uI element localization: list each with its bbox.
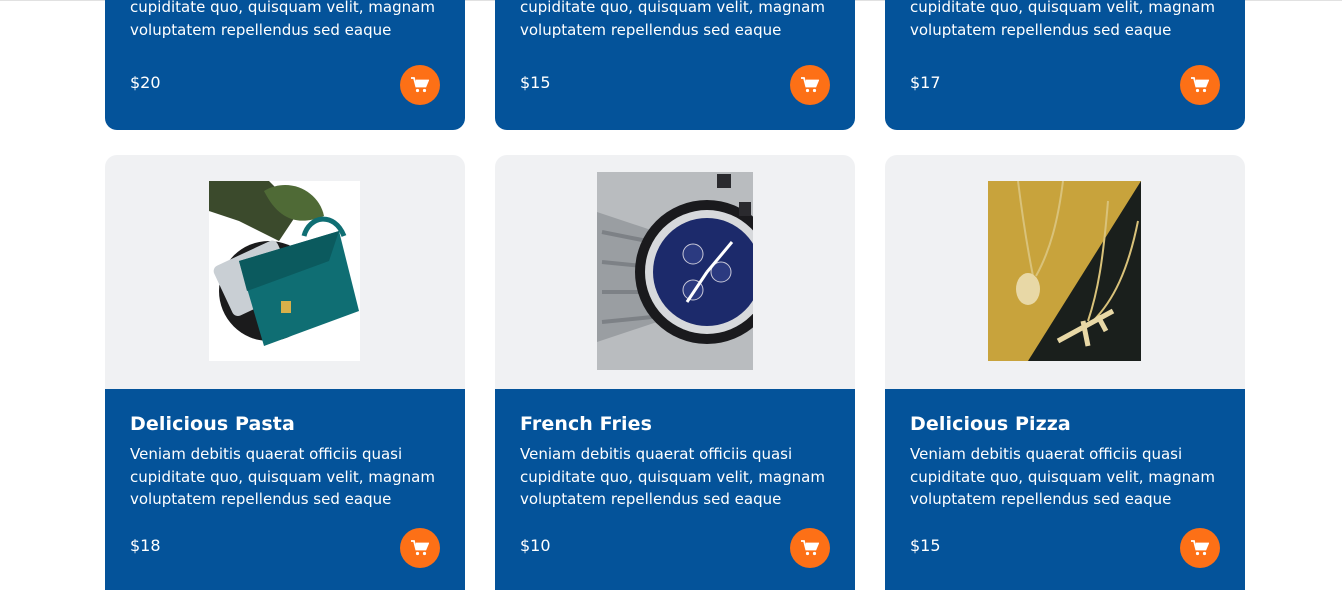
add-to-cart-button[interactable] bbox=[790, 65, 830, 105]
product-card: cupiditate quo, quisquam velit, magnam v… bbox=[495, 0, 855, 130]
product-image-area bbox=[105, 155, 465, 389]
cart-icon bbox=[411, 77, 429, 93]
product-card-body: French Fries Veniam debitis quaerat offi… bbox=[495, 389, 855, 590]
product-title[interactable]: French Fries bbox=[520, 411, 830, 437]
product-description: cupiditate quo, quisquam velit, magnam v… bbox=[910, 0, 1220, 41]
product-card-body: cupiditate quo, quisquam velit, magnam v… bbox=[105, 0, 465, 130]
product-image-area bbox=[885, 155, 1245, 389]
description-line: voluptatem repellendus sed eaque bbox=[520, 20, 782, 39]
add-to-cart-button[interactable] bbox=[400, 528, 440, 568]
product-card: French Fries Veniam debitis quaerat offi… bbox=[495, 155, 855, 590]
product-title[interactable]: Delicious Pasta bbox=[130, 411, 440, 437]
product-price: $15 bbox=[910, 536, 941, 555]
handbag-photo[interactable] bbox=[209, 181, 360, 361]
cart-icon bbox=[801, 77, 819, 93]
product-card-body: cupiditate quo, quisquam velit, magnam v… bbox=[885, 0, 1245, 130]
product-card-body: Delicious Pizza Veniam debitis quaerat o… bbox=[885, 389, 1245, 590]
description-line: cupiditate quo, quisquam velit, magnam bbox=[520, 0, 825, 16]
cart-icon bbox=[801, 540, 819, 556]
description-line: cupiditate quo, quisquam velit, magnam bbox=[910, 0, 1215, 16]
product-price: $18 bbox=[130, 536, 161, 555]
product-description: cupiditate quo, quisquam velit, magnam v… bbox=[520, 0, 830, 41]
product-card-body: cupiditate quo, quisquam velit, magnam v… bbox=[495, 0, 855, 130]
wristwatch-photo[interactable] bbox=[597, 172, 753, 370]
add-to-cart-button[interactable] bbox=[400, 65, 440, 105]
cart-icon bbox=[1191, 77, 1209, 93]
product-card: Delicious Pizza Veniam debitis quaerat o… bbox=[885, 155, 1245, 590]
product-price: $20 bbox=[130, 73, 161, 92]
description-line: voluptatem repellendus sed eaque bbox=[910, 20, 1172, 39]
product-card: Delicious Pasta Veniam debitis quaerat o… bbox=[105, 155, 465, 590]
add-to-cart-button[interactable] bbox=[1180, 65, 1220, 105]
product-description: Veniam debitis quaerat officiis quasi cu… bbox=[130, 445, 435, 508]
add-to-cart-button[interactable] bbox=[1180, 528, 1220, 568]
product-title[interactable]: Delicious Pizza bbox=[910, 411, 1220, 437]
product-image-area bbox=[495, 155, 855, 389]
cart-icon bbox=[411, 540, 429, 556]
product-description: Veniam debitis quaerat officiis quasi cu… bbox=[520, 445, 825, 508]
cart-icon bbox=[1191, 540, 1209, 556]
product-price: $10 bbox=[520, 536, 551, 555]
description-line: voluptatem repellendus sed eaque bbox=[130, 20, 392, 39]
product-price: $17 bbox=[910, 73, 941, 92]
product-price: $15 bbox=[520, 73, 551, 92]
gold-chain-photo[interactable] bbox=[988, 181, 1141, 361]
product-description: Veniam debitis quaerat officiis quasi cu… bbox=[910, 445, 1215, 508]
product-description: cupiditate quo, quisquam velit, magnam v… bbox=[130, 0, 440, 41]
product-card-body: Delicious Pasta Veniam debitis quaerat o… bbox=[105, 389, 465, 590]
product-card: cupiditate quo, quisquam velit, magnam v… bbox=[105, 0, 465, 130]
add-to-cart-button[interactable] bbox=[790, 528, 830, 568]
description-line: cupiditate quo, quisquam velit, magnam bbox=[130, 0, 435, 16]
product-card: cupiditate quo, quisquam velit, magnam v… bbox=[885, 0, 1245, 130]
